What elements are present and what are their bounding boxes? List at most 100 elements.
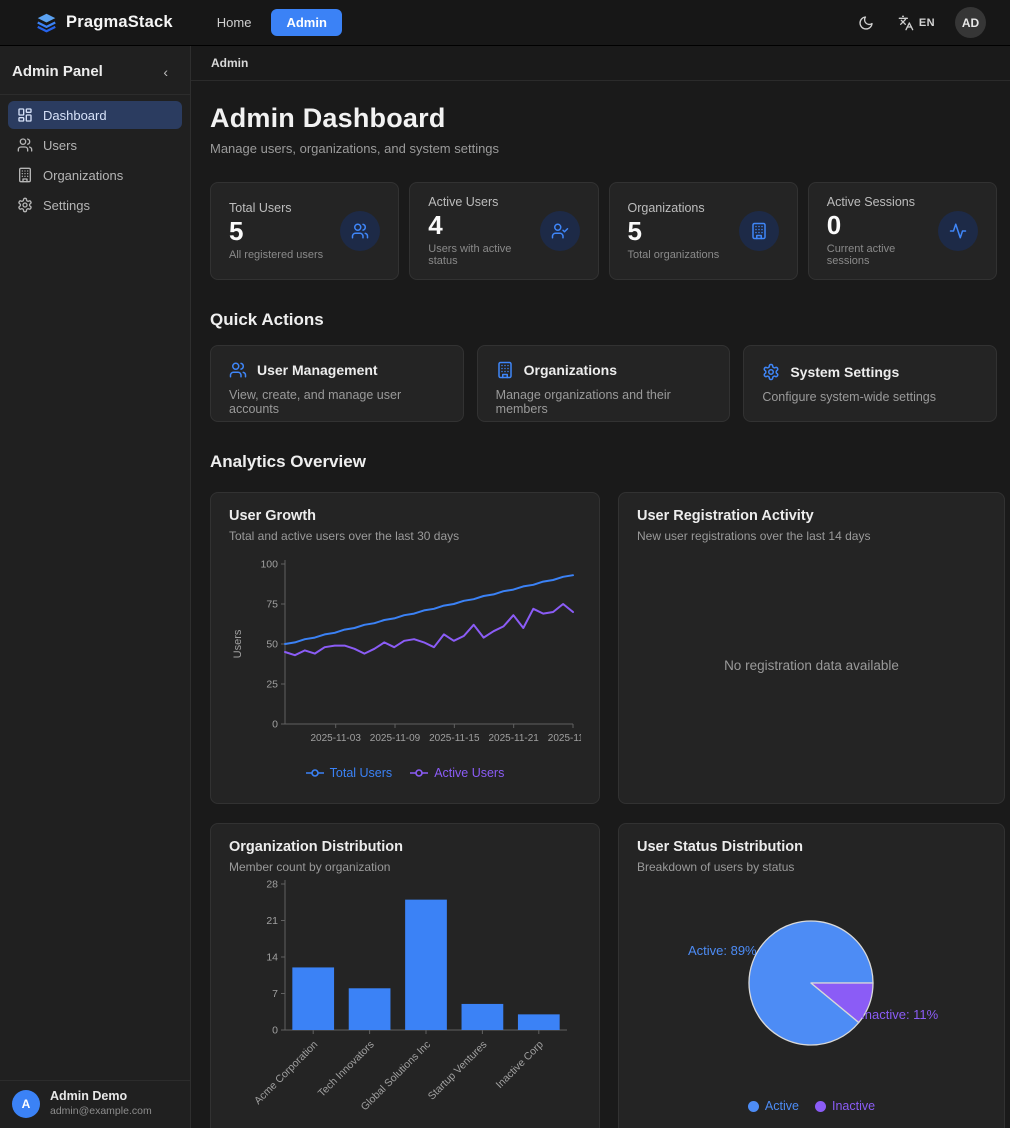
stat-description: Users with active status	[428, 243, 539, 267]
sidebar-item-settings[interactable]: Settings	[8, 191, 182, 219]
building-icon	[496, 361, 514, 379]
main-area: Admin Admin Dashboard Manage users, orga…	[191, 46, 1010, 1128]
quick-action-description: Manage organizations and their members	[496, 388, 712, 416]
quick-action-user-management[interactable]: User Management View, create, and manage…	[210, 345, 464, 422]
legend-item: Active	[748, 1099, 799, 1113]
svg-text:21: 21	[266, 915, 278, 927]
svg-text:25: 25	[266, 679, 278, 691]
stat-label: Organizations	[628, 201, 720, 215]
top-navbar: PragmaStack Home Admin EN	[0, 0, 1010, 46]
breadcrumb-bar: Admin	[191, 46, 1010, 81]
stat-value: 5	[229, 217, 323, 247]
building-icon	[17, 167, 33, 183]
activity-icon	[938, 211, 978, 251]
sidebar-title: Admin Panel	[12, 63, 103, 80]
svg-text:100: 100	[260, 559, 278, 571]
sidebar-item-label: Settings	[43, 198, 90, 213]
sidebar-item-organizations[interactable]: Organizations	[8, 161, 182, 189]
theme-toggle-button[interactable]	[854, 11, 878, 35]
line-chart-legend: Total UsersActive Users	[306, 766, 505, 780]
chart-title: User Registration Activity	[637, 508, 986, 524]
user-status-pie-chart: Active: 89% Inactive: 11%	[637, 879, 986, 1097]
layers-logo-icon	[36, 12, 57, 33]
analytics-heading: Analytics Overview	[210, 452, 997, 472]
user-growth-card: User Growth Total and active users over …	[210, 492, 600, 804]
stat-label: Active Users	[428, 195, 539, 209]
svg-text:2025-11-09: 2025-11-09	[370, 733, 421, 744]
sidebar-item-label: Organizations	[43, 168, 123, 183]
quick-action-description: View, create, and manage user accounts	[229, 388, 445, 416]
chart-subtitle: Total and active users over the last 30 …	[229, 529, 581, 543]
quick-action-system-settings[interactable]: System Settings Configure system-wide se…	[743, 345, 997, 422]
svg-text:Startup Ventures: Startup Ventures	[426, 1039, 490, 1103]
users-icon	[229, 361, 247, 379]
legend-dot	[815, 1101, 826, 1112]
main-nav: Home Admin	[207, 9, 854, 36]
user-check-icon	[540, 211, 580, 251]
users-icon	[340, 211, 380, 251]
charts-grid: User Growth Total and active users over …	[210, 492, 997, 1128]
svg-text:Tech Innovators: Tech Innovators	[316, 1039, 377, 1100]
gear-icon	[17, 197, 33, 213]
building-icon	[739, 211, 779, 251]
user-avatar[interactable]: AD	[955, 7, 986, 38]
brand[interactable]: PragmaStack	[36, 12, 173, 33]
brand-title: PragmaStack	[66, 13, 173, 32]
svg-text:75: 75	[266, 599, 278, 611]
svg-text:Active: 89%: Active: 89%	[688, 943, 757, 958]
svg-text:0: 0	[272, 719, 278, 731]
chart-title: Organization Distribution	[229, 839, 581, 855]
stat-value: 4	[428, 211, 539, 241]
dashboard-icon	[17, 107, 33, 123]
organization-distribution-card: Organization Distribution Member count b…	[210, 823, 600, 1128]
legend-item: Total Users	[306, 766, 393, 780]
quick-action-title: User Management	[257, 362, 378, 378]
language-switcher-button[interactable]: EN	[894, 11, 939, 35]
sidebar-item-users[interactable]: Users	[8, 131, 182, 159]
svg-text:2025-11-03: 2025-11-03	[310, 733, 361, 744]
sidebar-item-label: Users	[43, 138, 77, 153]
legend-dot	[748, 1101, 759, 1112]
stat-label: Active Sessions	[827, 195, 938, 209]
chart-subtitle: Breakdown of users by status	[637, 860, 986, 874]
breadcrumb[interactable]: Admin	[211, 56, 248, 70]
stat-value: 5	[628, 217, 720, 247]
chart-title: User Status Distribution	[637, 839, 986, 855]
page-title: Admin Dashboard	[210, 103, 997, 134]
svg-text:7: 7	[272, 988, 278, 1000]
page-subtitle: Manage users, organizations, and system …	[210, 141, 997, 156]
sidebar-nav: Dashboard Users Or	[0, 95, 190, 225]
sidebar-collapse-button[interactable]: ‹	[155, 64, 176, 80]
quick-action-title: System Settings	[790, 364, 899, 380]
quick-action-organizations[interactable]: Organizations Manage organizations and t…	[477, 345, 731, 422]
stat-value: 0	[827, 211, 938, 241]
legend-item: Inactive	[815, 1099, 875, 1113]
moon-icon	[858, 15, 874, 31]
svg-text:50: 50	[266, 639, 278, 651]
admin-app: PragmaStack Home Admin EN	[0, 0, 1010, 1128]
nav-admin-link[interactable]: Admin	[271, 9, 341, 36]
registration-activity-card: User Registration Activity New user regi…	[618, 492, 1005, 804]
quick-action-description: Configure system-wide settings	[762, 390, 978, 404]
sidebar-user-card[interactable]: A Admin Demo admin@example.com	[0, 1080, 190, 1128]
stat-card-total-users: Total Users 5 All registered users	[210, 182, 399, 280]
pie-chart-legend: Active Inactive	[748, 1099, 875, 1113]
language-label: EN	[919, 17, 935, 29]
translate-icon	[898, 15, 914, 31]
chart-subtitle: New user registrations over the last 14 …	[637, 529, 986, 543]
stat-card-active-sessions: Active Sessions 0 Current active session…	[808, 182, 997, 280]
sidebar-item-label: Dashboard	[43, 108, 107, 123]
svg-text:2025-11-27: 2025-11-27	[548, 733, 581, 744]
chart-title: User Growth	[229, 508, 581, 524]
stat-description: Total organizations	[628, 249, 720, 261]
stat-card-organizations: Organizations 5 Total organizations	[609, 182, 798, 280]
svg-text:Inactive: 11%: Inactive: 11%	[861, 1007, 939, 1022]
quick-actions-grid: User Management View, create, and manage…	[210, 345, 997, 422]
dashboard-content: Admin Dashboard Manage users, organizati…	[191, 81, 1010, 1128]
svg-text:Inactive Corp: Inactive Corp	[494, 1039, 546, 1091]
user-status-card: User Status Distribution Breakdown of us…	[618, 823, 1005, 1128]
sidebar-item-dashboard[interactable]: Dashboard	[8, 101, 182, 129]
admin-sidebar: Admin Panel ‹ Dashboard	[0, 46, 191, 1128]
nav-home-link[interactable]: Home	[207, 9, 262, 36]
stat-description: Current active sessions	[827, 243, 938, 267]
